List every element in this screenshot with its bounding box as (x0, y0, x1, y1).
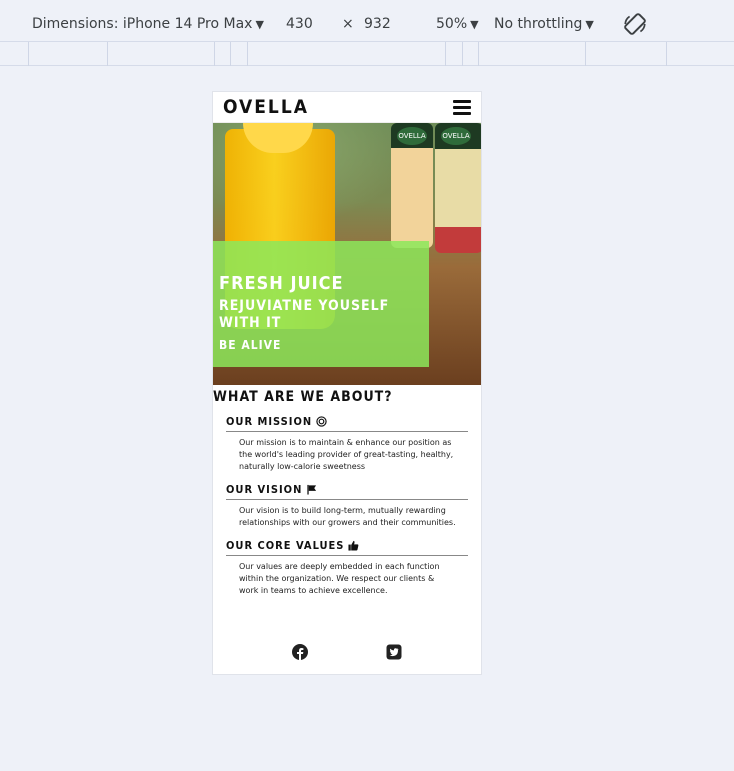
social-links (213, 644, 481, 660)
hamburger-icon[interactable] (453, 99, 471, 115)
bottle-label: OVELLA (441, 127, 471, 145)
device-dimensions-label: Dimensions: iPhone 14 Pro Max (32, 16, 253, 32)
device-viewport: OVELLA OVELLA OVELLA FRESH JUICE REJUVIA… (212, 91, 482, 675)
apple-bottle-image: OVELLA (435, 123, 481, 253)
device-dimensions-select[interactable]: Dimensions: iPhone 14 Pro Max ▼ (32, 16, 264, 32)
target-icon (316, 416, 327, 427)
orange-bottle-image: OVELLA (391, 123, 433, 248)
values-title-text: OUR CORE VALUES (226, 539, 345, 552)
hero-tagline: BE ALIVE (219, 338, 282, 352)
twitter-icon[interactable] (386, 644, 402, 660)
width-input[interactable]: 430 (286, 16, 313, 32)
facebook-icon[interactable] (292, 644, 308, 660)
media-query-ruler (0, 42, 734, 66)
caret-down-icon: ▼ (470, 18, 479, 31)
mission-title: OUR MISSION (226, 415, 468, 432)
brand-logo[interactable]: OVELLA (223, 96, 309, 118)
hero-text: FRESH JUICE REJUVIATNE YOUSELF WITH IT B… (219, 273, 424, 352)
values-text: Our values are deeply embedded in each f… (239, 562, 440, 595)
mission-block: OUR MISSION Our mission is to maintain &… (226, 415, 468, 483)
vision-text: Our vision is to build long-term, mutual… (239, 506, 456, 527)
mission-title-text: OUR MISSION (226, 415, 313, 428)
height-input[interactable]: 932 (364, 16, 391, 32)
flag-icon (307, 484, 317, 495)
vision-title-text: OUR VISION (226, 483, 303, 496)
values-title: OUR CORE VALUES (226, 539, 468, 556)
caret-down-icon: ▼ (585, 18, 594, 31)
mission-text: Our mission is to maintain & enhance our… (239, 438, 454, 471)
values-block: OUR CORE VALUES Our values are deeply em… (226, 539, 468, 607)
bottle-label: OVELLA (397, 127, 427, 145)
thumbs-up-icon (348, 540, 359, 551)
hero-banner: OVELLA OVELLA FRESH JUICE REJUVIATNE YOU… (213, 123, 481, 385)
site-navbar: OVELLA (213, 92, 481, 123)
times-sign: × (342, 16, 354, 32)
zoom-label: 50% (436, 16, 468, 32)
zoom-select[interactable]: 50% ▼ (436, 16, 479, 32)
vision-block: OUR VISION Our vision is to build long-t… (226, 483, 468, 539)
hero-subtitle: REJUVIATNE YOUSELF WITH IT (219, 298, 390, 331)
devtools-toolbar: Dimensions: iPhone 14 Pro Max ▼ 430 × 932… (0, 8, 734, 42)
throttle-select[interactable]: No throttling ▼ (494, 16, 594, 32)
vision-title: OUR VISION (226, 483, 468, 500)
hero-title: FRESH JUICE (219, 273, 344, 294)
caret-down-icon: ▼ (255, 18, 264, 31)
rotate-icon[interactable] (622, 11, 648, 37)
about-heading: WHAT ARE WE ABOUT? (213, 389, 393, 405)
throttle-label: No throttling (494, 16, 583, 32)
